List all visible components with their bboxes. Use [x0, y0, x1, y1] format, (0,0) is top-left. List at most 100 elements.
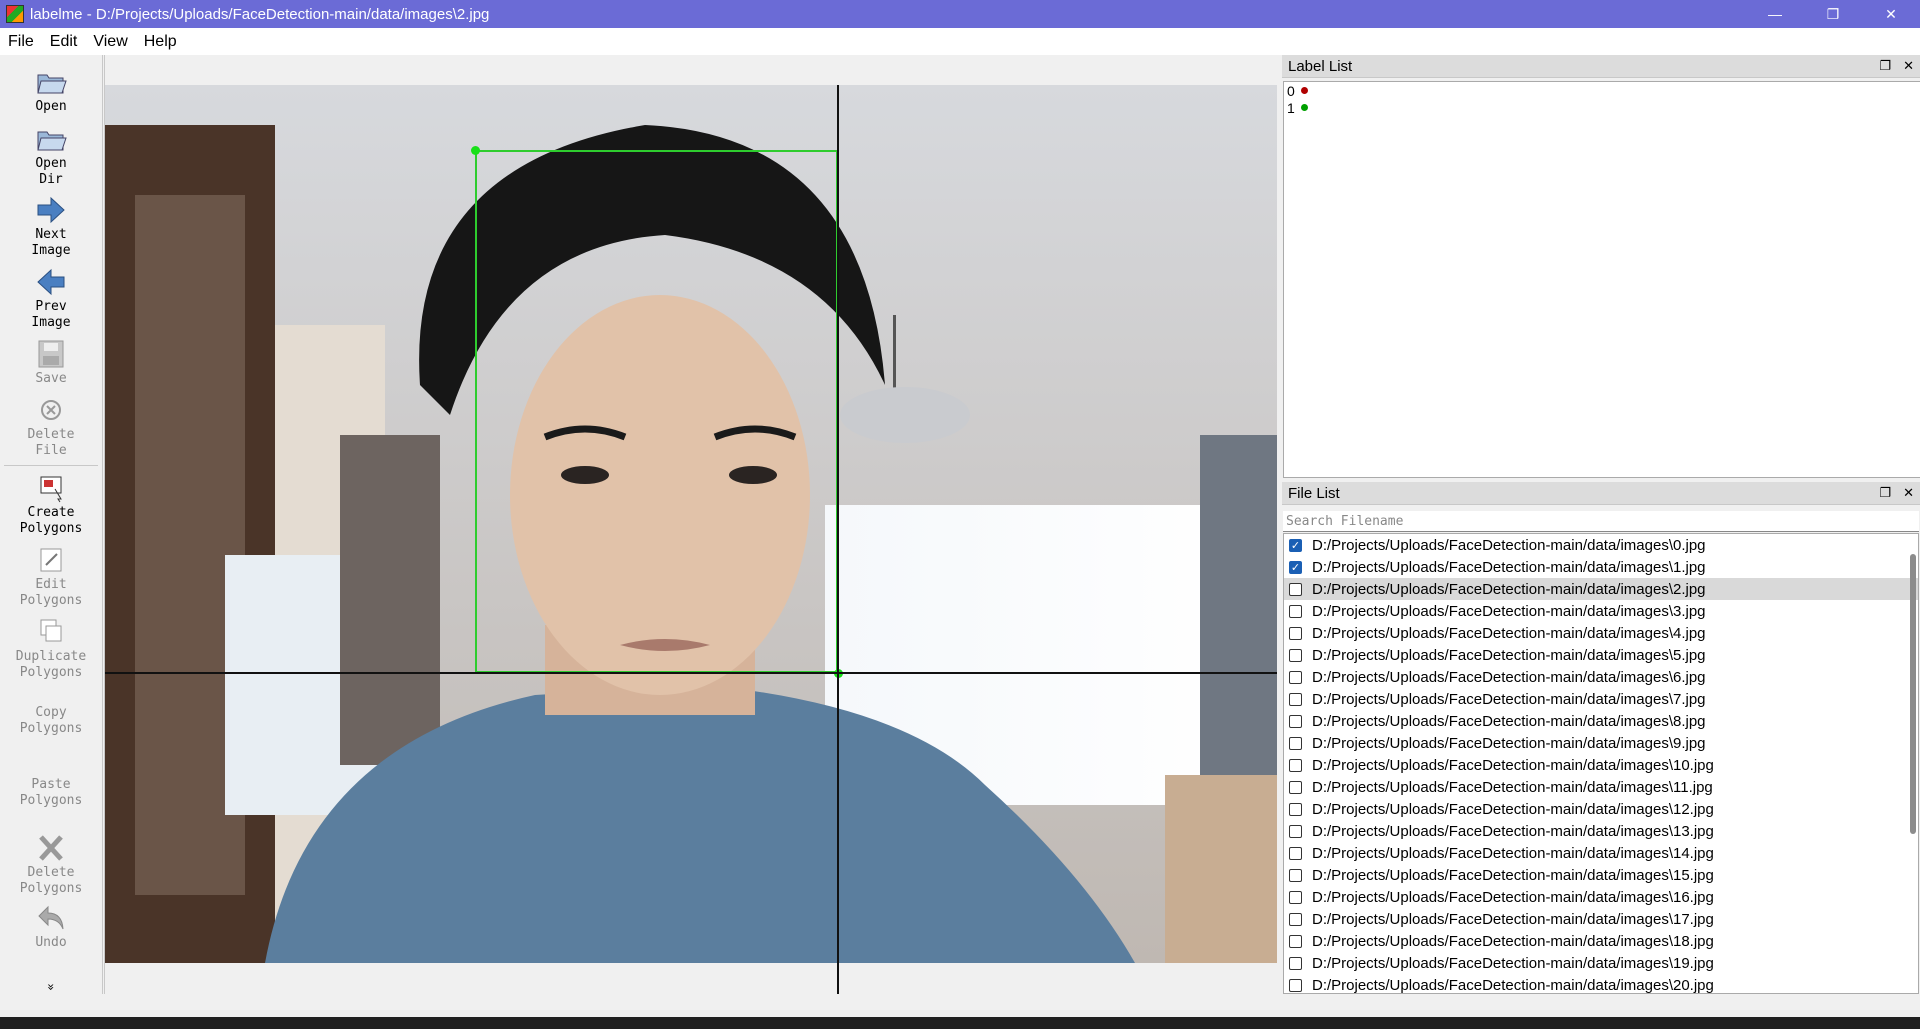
prev-image-button[interactable]: Prev Image [0, 267, 102, 331]
edit-polygons-button[interactable]: Edit Polygons [0, 545, 102, 609]
file-checkbox[interactable] [1289, 626, 1302, 640]
file-checkbox[interactable] [1289, 956, 1302, 970]
file-list-item[interactable]: ✓ D:/Projects/Uploads/FaceDetection-main/… [1284, 534, 1918, 556]
prev-image-label: Prev Image [31, 299, 71, 330]
file-checkbox[interactable] [1289, 912, 1302, 926]
file-checkbox[interactable] [1289, 736, 1302, 750]
file-checkbox[interactable] [1289, 934, 1302, 948]
file-list-item[interactable]: D:/Projects/Uploads/FaceDetection-main/d… [1284, 776, 1918, 798]
file-checkbox[interactable] [1289, 978, 1302, 992]
file-list-item[interactable]: D:/Projects/Uploads/FaceDetection-main/d… [1284, 908, 1918, 930]
file-list-item[interactable]: D:/Projects/Uploads/FaceDetection-main/d… [1284, 952, 1918, 974]
create-polygons-label: Create Polygons [19, 505, 83, 536]
file-list-item[interactable]: D:/Projects/Uploads/FaceDetection-main/d… [1284, 666, 1918, 688]
status-bar [0, 994, 1920, 1017]
label-color-dot [1300, 104, 1308, 111]
undo-button[interactable]: Undo [0, 903, 102, 951]
file-list-item[interactable]: D:/Projects/Uploads/FaceDetection-main/d… [1284, 622, 1918, 644]
next-image-label: Next Image [31, 227, 71, 258]
save-button[interactable]: Save [0, 339, 102, 387]
file-checkbox[interactable] [1289, 648, 1302, 662]
crosshair-vertical [837, 85, 839, 994]
menu-help[interactable]: Help [136, 33, 185, 51]
file-list-item[interactable]: D:/Projects/Uploads/FaceDetection-main/d… [1284, 820, 1918, 842]
face-bounding-box[interactable] [475, 150, 838, 673]
create-polygons-button[interactable]: Create Polygons [0, 473, 102, 537]
search-filename-input[interactable]: Search Filename [1283, 511, 1919, 532]
file-list-item[interactable]: D:/Projects/Uploads/FaceDetection-main/d… [1284, 864, 1918, 886]
file-checkbox[interactable] [1289, 890, 1302, 904]
label-item[interactable]: 1 [1284, 99, 1920, 116]
copy-polygons-button[interactable]: Copy Polygons [0, 705, 102, 737]
file-checkbox[interactable] [1289, 824, 1302, 838]
file-checkbox[interactable] [1289, 670, 1302, 684]
next-image-button[interactable]: Next Image [0, 195, 102, 259]
file-list-item[interactable]: D:/Projects/Uploads/FaceDetection-main/d… [1284, 974, 1918, 993]
file-path: D:/Projects/Uploads/FaceDetection-main/d… [1312, 536, 1706, 554]
delete-polygons-button[interactable]: Delete Polygons [0, 833, 102, 897]
close-button[interactable]: ✕ [1862, 0, 1920, 28]
window-controls: — ❐ ✕ [1746, 0, 1920, 28]
file-checkbox[interactable] [1289, 868, 1302, 882]
image-canvas[interactable] [104, 55, 1277, 994]
file-list-item[interactable]: D:/Projects/Uploads/FaceDetection-main/d… [1284, 886, 1918, 908]
file-checkbox[interactable]: ✓ [1289, 538, 1302, 552]
title-bar: labelme - D:/Projects/Uploads/FaceDetect… [0, 0, 1920, 28]
label-item[interactable]: 0 [1284, 82, 1920, 99]
menu-file[interactable]: File [0, 33, 42, 51]
open-button[interactable]: Open [0, 67, 102, 115]
file-checkbox[interactable] [1289, 582, 1302, 596]
file-path: D:/Projects/Uploads/FaceDetection-main/d… [1312, 690, 1706, 708]
delete-file-button[interactable]: Delete File [0, 395, 102, 459]
file-checkbox[interactable] [1289, 758, 1302, 772]
minimize-button[interactable]: — [1746, 0, 1804, 28]
file-checkbox[interactable] [1289, 714, 1302, 728]
float-icon[interactable]: ❐ [1879, 58, 1891, 74]
file-checkbox[interactable] [1289, 846, 1302, 860]
file-checkbox[interactable] [1289, 604, 1302, 618]
delete-circle-icon [41, 400, 61, 420]
label-text: 1 [1287, 99, 1295, 116]
file-checkbox[interactable] [1289, 692, 1302, 706]
file-list-item[interactable]: D:/Projects/Uploads/FaceDetection-main/d… [1284, 710, 1918, 732]
file-list[interactable]: ✓ D:/Projects/Uploads/FaceDetection-main/… [1283, 533, 1919, 994]
label-list[interactable]: 0 1 [1283, 81, 1920, 478]
restore-button[interactable]: ❐ [1804, 0, 1862, 28]
file-checkbox[interactable] [1289, 780, 1302, 794]
menu-view[interactable]: View [85, 33, 135, 51]
file-list-item[interactable]: D:/Projects/Uploads/FaceDetection-main/d… [1284, 688, 1918, 710]
labelme-app-icon [6, 5, 24, 23]
file-list-item[interactable]: D:/Projects/Uploads/FaceDetection-main/d… [1284, 732, 1918, 754]
file-list-item[interactable]: D:/Projects/Uploads/FaceDetection-main/d… [1284, 754, 1918, 776]
file-list-item[interactable]: D:/Projects/Uploads/FaceDetection-main/d… [1284, 798, 1918, 820]
file-list-title: File List [1288, 484, 1340, 502]
file-list-item[interactable]: D:/Projects/Uploads/FaceDetection-main/d… [1284, 600, 1918, 622]
bbox-top-left-handle[interactable] [471, 146, 480, 155]
file-list-scrollbar[interactable] [1910, 554, 1916, 834]
file-path: D:/Projects/Uploads/FaceDetection-main/d… [1312, 954, 1714, 972]
folder-icon [37, 131, 67, 151]
close-icon[interactable]: ✕ [1903, 58, 1914, 74]
open-dir-label: Open Dir [35, 156, 67, 187]
file-list-item[interactable]: D:/Projects/Uploads/FaceDetection-main/d… [1284, 930, 1918, 952]
undo-icon [38, 905, 64, 930]
file-checkbox[interactable]: ✓ [1289, 560, 1302, 574]
open-dir-button[interactable]: Open Dir [0, 124, 102, 188]
paste-polygons-button[interactable]: Paste Polygons [0, 777, 102, 809]
create-polygon-icon [40, 476, 62, 503]
delete-x-icon [39, 835, 63, 861]
menu-edit[interactable]: Edit [42, 33, 86, 51]
file-list-item[interactable]: ✓ D:/Projects/Uploads/FaceDetection-main/… [1284, 556, 1918, 578]
toolbar-more-button[interactable]: » [43, 980, 59, 994]
delete-file-label: Delete File [27, 427, 75, 458]
file-list-item[interactable]: D:/Projects/Uploads/FaceDetection-main/d… [1284, 644, 1918, 666]
file-checkbox[interactable] [1289, 802, 1302, 816]
file-list-item[interactable]: D:/Projects/Uploads/FaceDetection-main/d… [1284, 578, 1918, 600]
file-path: D:/Projects/Uploads/FaceDetection-main/d… [1312, 822, 1714, 840]
label-list-title: Label List [1288, 57, 1353, 75]
file-list-header: File List ❐ ✕ [1282, 482, 1920, 505]
float-icon[interactable]: ❐ [1879, 485, 1891, 501]
duplicate-polygons-button[interactable]: Duplicate Polygons [0, 617, 102, 681]
close-icon[interactable]: ✕ [1903, 485, 1914, 501]
file-list-item[interactable]: D:/Projects/Uploads/FaceDetection-main/d… [1284, 842, 1918, 864]
